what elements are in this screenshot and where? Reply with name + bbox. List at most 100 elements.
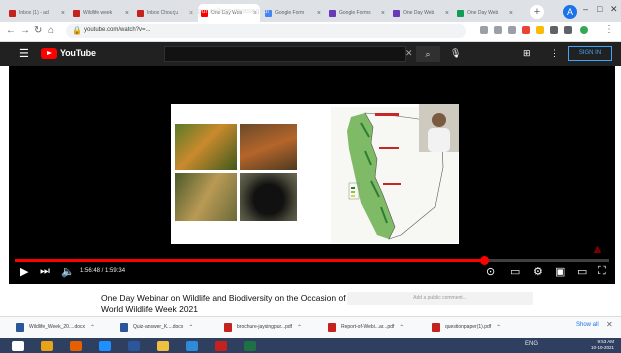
download-item[interactable]: Report-of-Webi...ar...pdf ⌃ (328, 322, 404, 332)
fullscreen-icon[interactable]: ⛶ (598, 265, 606, 278)
tab-label: Wildlife week (83, 10, 113, 16)
profile-avatar[interactable]: A (563, 5, 577, 19)
taskbar-word-icon[interactable] (128, 341, 140, 351)
extension-icon[interactable] (494, 26, 502, 34)
browser-tab[interactable]: Wildlife week × (70, 4, 132, 22)
browser-tab[interactable]: One Day Web × (390, 4, 452, 22)
download-item[interactable]: Quiz-answer_K....docx ⌃ (120, 322, 193, 332)
leopard-photo (175, 173, 237, 221)
tab-close-icon[interactable]: × (61, 10, 65, 17)
tab-close-icon[interactable]: × (317, 10, 321, 17)
download-filename: questionpaper(1).pdf (445, 324, 492, 330)
profile-icon[interactable] (580, 26, 588, 34)
youtube-wordmark[interactable]: YouTube (60, 48, 96, 58)
file-icon (120, 322, 128, 332)
subtitles-icon[interactable]: ▭ (510, 265, 520, 278)
tab-favicon-icon (457, 9, 464, 17)
microphone-icon[interactable]: 🎙 (450, 48, 461, 59)
hamburger-menu-icon[interactable]: ☰ (19, 47, 29, 60)
close-download-shelf-icon[interactable]: ✕ (606, 320, 613, 329)
apps-grid-icon[interactable]: ⊞ (523, 48, 531, 59)
wild-dog-photo (240, 124, 297, 170)
address-bar[interactable]: 🔒 youtube.com/watch?v=... (66, 24, 466, 38)
browser-tab[interactable]: One Day Web × (454, 4, 516, 22)
url-text: youtube.com/watch?v=... (84, 27, 151, 33)
sign-in-button[interactable]: SIGN IN (568, 46, 612, 61)
file-icon (432, 322, 440, 332)
progress-scrubber[interactable] (480, 256, 489, 265)
file-icon (224, 322, 232, 332)
taskbar-firefox-icon[interactable] (70, 341, 82, 351)
tab-favicon-icon (329, 9, 336, 17)
more-options-icon[interactable]: ⋮ (550, 48, 559, 59)
forward-icon[interactable]: → (20, 25, 30, 36)
tab-label: Google Forms (339, 10, 371, 16)
download-filename: Wildlife_Week_20....docx (29, 324, 86, 330)
tab-close-icon[interactable]: × (445, 10, 449, 17)
browser-tab[interactable]: Google Form × (262, 4, 324, 22)
search-button[interactable]: ⌕ (416, 46, 440, 62)
miniplayer-icon[interactable]: ▣ (555, 265, 565, 278)
file-icon (328, 322, 336, 332)
taskbar-photos-icon[interactable] (186, 341, 198, 351)
taskbar-pdf-icon[interactable] (215, 341, 227, 351)
tab-close-icon[interactable]: × (125, 10, 129, 17)
extension-icon[interactable] (508, 26, 516, 34)
extension-icon[interactable] (536, 26, 544, 34)
reload-icon[interactable]: ↻ (34, 25, 42, 36)
browser-tab[interactable]: Inbox (1) - ad × (6, 4, 68, 22)
volume-icon[interactable]: 🔈 (61, 265, 75, 278)
taskbar-clock[interactable]: 9:53 AM 10-10-2021 (584, 339, 614, 351)
search-icon: ⌕ (425, 49, 431, 59)
chevron-up-icon[interactable]: ⌃ (399, 324, 404, 331)
chevron-up-icon[interactable]: ⌃ (90, 324, 95, 331)
tab-favicon-icon (393, 9, 400, 17)
download-item[interactable]: brochure-jaysingpur...pdf ⌃ (224, 322, 302, 332)
taskbar-edge-icon[interactable] (99, 341, 111, 351)
taskbar-excel-icon[interactable] (244, 341, 256, 351)
system-tray[interactable]: ENG (525, 341, 538, 347)
theater-mode-icon[interactable]: ▭ (577, 265, 587, 278)
tab-favicon-icon (9, 9, 16, 17)
show-all-downloads-link[interactable]: Show all (576, 322, 599, 328)
back-icon[interactable]: ← (6, 25, 16, 36)
progress-bar-played (15, 259, 484, 262)
autoplay-toggle-icon[interactable]: ⊙ (486, 265, 495, 278)
tab-label: Google Form (275, 10, 305, 16)
extension-icon[interactable] (564, 26, 572, 34)
taskbar-files-icon[interactable] (157, 341, 169, 351)
tab-label: Inbox (1) - ad (19, 10, 49, 16)
tab-close-icon[interactable]: × (509, 10, 513, 17)
home-icon[interactable]: ⌂ (48, 25, 54, 36)
browser-tab[interactable]: Google Forms × (326, 4, 388, 22)
next-icon[interactable]: ⏭ (40, 265, 50, 278)
extension-icon[interactable] (550, 26, 558, 34)
download-item[interactable]: questionpaper(1).pdf ⌃ (432, 322, 501, 332)
search-query-text: jayasingpur college jayasingpur (172, 8, 270, 15)
play-icon[interactable]: ▶ (20, 265, 28, 278)
new-tab-button[interactable]: + (530, 5, 544, 19)
chevron-up-icon[interactable]: ⌃ (297, 324, 302, 331)
taskbar-start-icon[interactable] (12, 341, 24, 351)
search-input[interactable] (164, 46, 406, 62)
settings-gear-icon[interactable]: ⚙ (533, 265, 543, 278)
chevron-up-icon[interactable]: ⌃ (496, 324, 501, 331)
clear-search-icon[interactable]: ✕ (405, 48, 413, 59)
extension-icon[interactable] (480, 26, 488, 34)
extension-icon[interactable] (522, 26, 530, 34)
minimize-icon[interactable]: – (583, 4, 588, 14)
tab-favicon-icon (73, 9, 80, 17)
taskbar-chrome-icon[interactable] (41, 341, 53, 351)
maximize-icon[interactable]: □ (597, 4, 602, 14)
browser-menu-icon[interactable]: ⋮ (604, 24, 614, 35)
time-display: 1:56:48 / 1:59:34 (80, 268, 126, 274)
download-filename: Report-of-Webi...ar...pdf (341, 324, 395, 330)
download-item[interactable]: Wildlife_Week_20....docx ⌃ (16, 322, 95, 332)
tab-close-icon[interactable]: × (381, 10, 385, 17)
youtube-logo-icon[interactable] (41, 48, 57, 59)
chevron-up-icon[interactable]: ⌃ (188, 324, 193, 331)
comment-input[interactable]: Add a public comment... (347, 292, 533, 305)
presenter-webcam (419, 104, 459, 152)
close-window-icon[interactable]: ✕ (610, 4, 618, 15)
tiger-photo (175, 124, 237, 170)
